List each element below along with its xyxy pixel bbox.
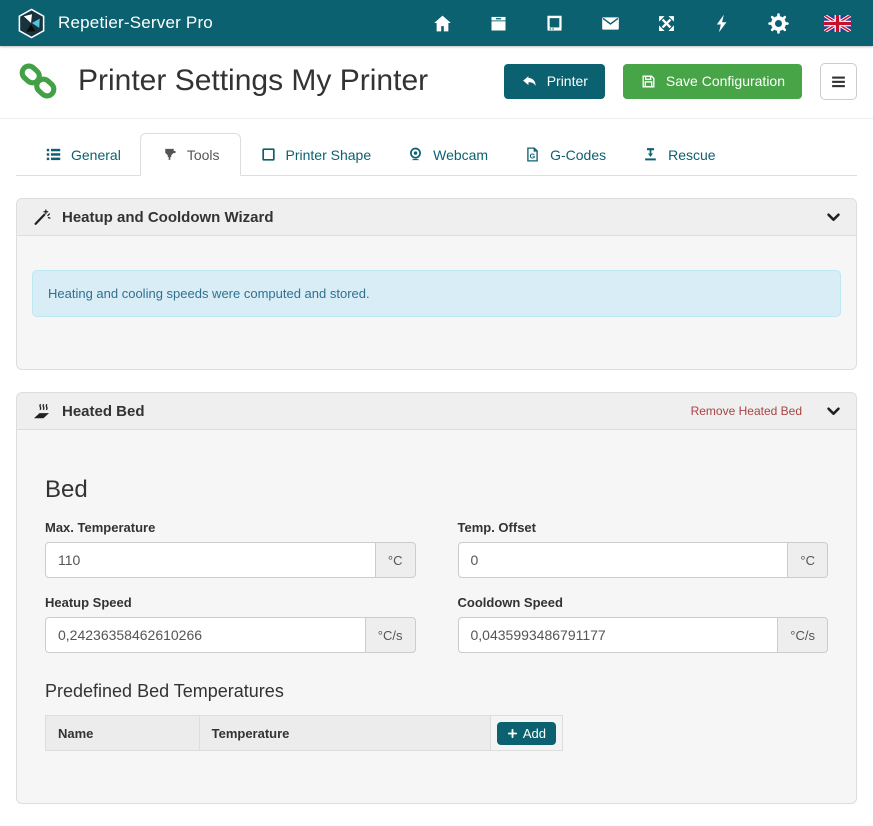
bolt-icon[interactable] xyxy=(712,13,733,34)
info-alert: Heating and cooling speeds were computed… xyxy=(32,270,841,317)
tab-rescue-label: Rescue xyxy=(668,147,715,163)
chain-link-icon xyxy=(16,59,60,103)
tab-tools-label: Tools xyxy=(187,147,220,163)
reply-arrow-icon xyxy=(521,73,538,90)
column-header-temperature: Temperature xyxy=(199,716,490,751)
temp-offset-input[interactable] xyxy=(458,542,789,578)
predefined-bed-temperatures-title: Predefined Bed Temperatures xyxy=(45,681,828,702)
field-cooldown-speed: Cooldown Speed °C/s xyxy=(458,595,829,653)
tab-rescue[interactable]: Rescue xyxy=(625,134,732,175)
printer-back-label: Printer xyxy=(547,73,588,89)
home-icon[interactable] xyxy=(432,13,453,34)
printer-frame-icon[interactable] xyxy=(544,13,565,34)
svg-text:G: G xyxy=(530,152,536,160)
add-temperature-button[interactable]: Add xyxy=(497,722,556,745)
heatup-speed-input[interactable] xyxy=(45,617,366,653)
tab-general-label: General xyxy=(71,147,121,163)
chevron-down-icon[interactable] xyxy=(826,404,841,419)
rescue-icon xyxy=(642,146,659,163)
cooldown-speed-label: Cooldown Speed xyxy=(458,595,829,610)
tab-tools[interactable]: Tools xyxy=(140,133,241,176)
max-temperature-unit: °C xyxy=(376,542,416,578)
heated-bed-panel-title: Heated Bed xyxy=(62,403,145,420)
bed-settings-form: Max. Temperature °C Temp. Offset °C Heat… xyxy=(45,520,828,653)
tab-printer-shape-label: Printer Shape xyxy=(286,147,372,163)
square-icon xyxy=(260,146,277,163)
extruder-icon xyxy=(161,146,178,163)
tab-gcodes-label: G-Codes xyxy=(550,147,606,163)
navbar-icons xyxy=(432,13,857,34)
printer-box-icon[interactable] xyxy=(488,13,509,34)
add-button-label: Add xyxy=(523,726,546,741)
magic-wand-icon xyxy=(32,208,51,227)
repetier-logo-icon xyxy=(16,8,47,39)
remove-heated-bed-link[interactable]: Remove Heated Bed xyxy=(691,404,802,418)
tab-webcam[interactable]: Webcam xyxy=(390,134,505,175)
settings-tabs: General Tools Printer Shape Webcam G G-C… xyxy=(16,133,857,176)
page-title: Printer Settings My Printer xyxy=(78,64,486,98)
column-header-add: Add xyxy=(490,716,562,751)
bed-section-title: Bed xyxy=(45,476,828,504)
save-configuration-label: Save Configuration xyxy=(666,73,785,89)
heated-bed-icon xyxy=(32,402,51,421)
table-header-row: Name Temperature Add xyxy=(46,716,563,751)
column-header-name: Name xyxy=(46,716,200,751)
list-icon xyxy=(45,146,62,163)
save-floppy-icon xyxy=(640,73,657,90)
brand[interactable]: Repetier-Server Pro xyxy=(16,8,213,39)
temp-offset-label: Temp. Offset xyxy=(458,520,829,535)
expand-icon[interactable] xyxy=(656,13,677,34)
page-header: Printer Settings My Printer Printer Save… xyxy=(0,46,873,119)
brand-title: Repetier-Server Pro xyxy=(58,13,213,33)
gcode-file-icon: G xyxy=(524,146,541,163)
heatup-cooldown-wizard-panel: Heatup and Cooldown Wizard Heating and c… xyxy=(16,198,857,370)
temp-offset-unit: °C xyxy=(788,542,828,578)
mail-icon[interactable] xyxy=(600,13,621,34)
tab-printer-shape[interactable]: Printer Shape xyxy=(243,134,389,175)
field-temp-offset: Temp. Offset °C xyxy=(458,520,829,578)
max-temperature-input[interactable] xyxy=(45,542,376,578)
save-configuration-button[interactable]: Save Configuration xyxy=(623,64,802,99)
predefined-bed-temperatures-table: Name Temperature Add xyxy=(45,715,563,751)
cooldown-speed-unit: °C/s xyxy=(778,617,828,653)
top-navbar: Repetier-Server Pro xyxy=(0,0,873,46)
max-temperature-label: Max. Temperature xyxy=(45,520,416,535)
tab-webcam-label: Webcam xyxy=(433,147,488,163)
plus-icon xyxy=(507,728,518,739)
heatup-speed-unit: °C/s xyxy=(366,617,416,653)
field-max-temperature: Max. Temperature °C xyxy=(45,520,416,578)
uk-flag-icon[interactable] xyxy=(824,15,851,32)
heated-bed-panel: Heated Bed Remove Heated Bed Bed Max. Te… xyxy=(16,392,857,804)
wizard-panel-body: Heating and cooling speeds were computed… xyxy=(17,236,856,369)
chevron-down-icon[interactable] xyxy=(826,210,841,225)
field-heatup-speed: Heatup Speed °C/s xyxy=(45,595,416,653)
wizard-panel-header[interactable]: Heatup and Cooldown Wizard xyxy=(17,199,856,236)
wizard-panel-title: Heatup and Cooldown Wizard xyxy=(62,209,274,226)
gear-icon[interactable] xyxy=(768,13,789,34)
cooldown-speed-input[interactable] xyxy=(458,617,779,653)
webcam-icon xyxy=(407,146,424,163)
heated-bed-panel-body: Bed Max. Temperature °C Temp. Offset °C … xyxy=(17,476,856,803)
printer-back-button[interactable]: Printer xyxy=(504,64,605,99)
tab-general[interactable]: General xyxy=(28,134,138,175)
header-buttons: Printer Save Configuration xyxy=(504,63,857,100)
heatup-speed-label: Heatup Speed xyxy=(45,595,416,610)
heated-bed-panel-header[interactable]: Heated Bed Remove Heated Bed xyxy=(17,393,856,430)
tab-gcodes[interactable]: G G-Codes xyxy=(507,134,623,175)
hamburger-menu-button[interactable] xyxy=(820,63,857,100)
